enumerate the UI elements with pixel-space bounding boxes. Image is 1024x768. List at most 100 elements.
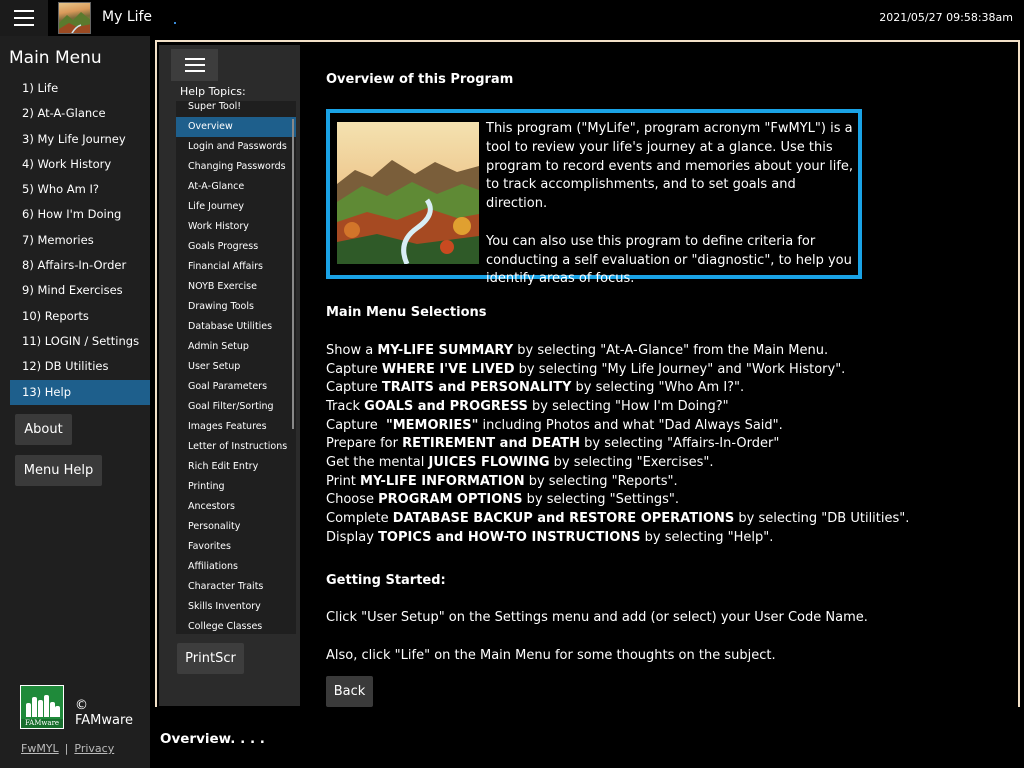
selection-prefix: Print: [326, 473, 361, 489]
topics-hamburger-icon[interactable]: [171, 49, 218, 81]
selection-prefix: Show a: [326, 343, 378, 358]
help-topic-item[interactable]: Life Journey: [176, 197, 296, 217]
selection-highlight: MY-LIFE INFORMATION: [360, 473, 525, 489]
hamburger-menu-icon[interactable]: [0, 0, 48, 36]
main-menu-item[interactable]: 12) DB Utilities: [10, 354, 150, 379]
main-menu-item[interactable]: 5) Who Am I?: [10, 177, 150, 202]
selection-line: Show a MY-LIFE SUMMARY by selecting "At-…: [326, 342, 909, 361]
selection-line: Prepare for RETIREMENT and DEATH by sele…: [326, 435, 909, 454]
help-topic-item[interactable]: Changing Passwords: [176, 157, 296, 177]
status-text: Overview. . . .: [160, 731, 265, 747]
selection-suffix: by selecting "My Life Journey" and "Work…: [514, 361, 846, 377]
selection-prefix: Prepare for: [326, 436, 403, 452]
selection-highlight: TOPICS and HOW-TO INSTRUCTIONS: [378, 529, 641, 545]
help-topic-item[interactable]: Printing: [176, 477, 296, 497]
main-menu-item[interactable]: 6) How I'm Doing: [10, 202, 150, 227]
back-button[interactable]: Back: [326, 676, 373, 707]
selection-highlight: PROGRAM OPTIONS: [378, 492, 523, 508]
family-icon: [24, 693, 60, 717]
main-menu-item[interactable]: 8) Affairs-In-Order: [10, 253, 150, 278]
intro-paragraph-2: You can also use this program to define …: [486, 233, 852, 287]
menu-help-button[interactable]: Menu Help: [15, 455, 102, 486]
help-topic-item[interactable]: Login and Passwords: [176, 137, 296, 157]
help-topic-item[interactable]: Character Traits: [176, 577, 296, 597]
selection-line: Print MY-LIFE INFORMATION by selecting "…: [326, 473, 909, 492]
overview-heading: Overview of this Program: [326, 72, 514, 87]
selection-highlight: TRAITS and PERSONALITY: [381, 380, 572, 396]
main-menu-item[interactable]: 4) Work History: [10, 152, 150, 177]
main-menu-item[interactable]: 10) Reports: [10, 304, 150, 329]
help-topic-item[interactable]: Goal Filter/Sorting: [176, 397, 296, 417]
selection-suffix: by selecting "Exercises".: [549, 454, 714, 470]
selection-suffix: by selecting "Affairs-In-Order": [580, 436, 780, 452]
selection-suffix: by selecting "DB Utilities".: [734, 510, 910, 526]
famware-logo: FAMware: [20, 685, 64, 729]
selection-suffix: by selecting "Reports".: [524, 473, 678, 489]
topics-scrollbar[interactable]: [292, 119, 294, 429]
intro-paragraph-1: This program ("MyLife", program acronym …: [486, 121, 854, 212]
help-topic-item[interactable]: Skills Inventory: [176, 597, 296, 617]
main-menu-item[interactable]: 3) My Life Journey: [10, 127, 150, 152]
help-topic-item[interactable]: College Classes: [176, 617, 296, 634]
help-frame: Help Topics: Super Tool! Overview Login an…: [155, 40, 1020, 707]
help-topic-item[interactable]: NOYB Exercise: [176, 277, 296, 297]
privacy-link[interactable]: Privacy: [74, 742, 114, 755]
help-topic-item[interactable]: Drawing Tools: [176, 297, 296, 317]
help-topic-item[interactable]: Goal Parameters: [176, 377, 296, 397]
main-menu-title: Main Menu: [9, 48, 102, 68]
getting-started-line-2: Also, click "Life" on the Main Menu for …: [326, 648, 776, 663]
selection-prefix: Get the mental: [326, 454, 429, 470]
selection-line: Capture WHERE I'VE LIVED by selecting "M…: [326, 361, 909, 380]
help-topic-item[interactable]: At-A-Glance: [176, 177, 296, 197]
selection-prefix: Display: [326, 529, 379, 545]
title-indicator-dot: [174, 22, 176, 24]
selection-prefix: Choose: [326, 492, 379, 508]
fwmyl-link[interactable]: FwMYL: [21, 742, 59, 755]
selection-highlight: JUICES FLOWING: [428, 454, 550, 470]
selection-prefix: Track: [326, 398, 365, 414]
help-topic-item[interactable]: Letter of Instructions: [176, 437, 296, 457]
help-topic-item[interactable]: Affiliations: [176, 557, 296, 577]
copyright-text: © FAMware: [75, 698, 134, 728]
help-topic-item[interactable]: Overview: [176, 117, 296, 137]
help-topic-item[interactable]: Work History: [176, 217, 296, 237]
help-topic-item[interactable]: Favorites: [176, 537, 296, 557]
help-topic-item[interactable]: Images Features: [176, 417, 296, 437]
selection-line: Capture TRAITS and PERSONALITY by select…: [326, 379, 909, 398]
selection-line: Complete DATABASE BACKUP and RESTORE OPE…: [326, 510, 909, 529]
help-topic-item[interactable]: Super Tool!: [176, 101, 296, 117]
help-topic-item[interactable]: User Setup: [176, 357, 296, 377]
main-menu-item[interactable]: 1) Life: [10, 76, 150, 101]
main-menu-item[interactable]: 9) Mind Exercises: [10, 278, 150, 303]
main-menu-item[interactable]: 2) At-A-Glance: [10, 101, 150, 126]
getting-started-heading: Getting Started:: [326, 573, 446, 588]
about-button[interactable]: About: [15, 414, 72, 445]
selection-line: Track GOALS and PROGRESS by selecting "H…: [326, 398, 909, 417]
selection-highlight: MY-LIFE SUMMARY: [377, 343, 514, 358]
help-topic-item[interactable]: Database Utilities: [176, 317, 296, 337]
selection-suffix: by selecting "Help".: [640, 529, 774, 545]
help-topic-item[interactable]: Personality: [176, 517, 296, 537]
main-menu-item[interactable]: 7) Memories: [10, 228, 150, 253]
main-menu-item[interactable]: 13) Help: [10, 379, 150, 405]
help-topic-item[interactable]: Ancestors: [176, 497, 296, 517]
title-bar: My Life 2021/05/27 09:58:38am: [0, 0, 1024, 36]
selection-suffix: by selecting "How I'm Doing?": [527, 398, 729, 414]
help-topic-item[interactable]: Goals Progress: [176, 237, 296, 257]
main-menu-selections-list: Show a MY-LIFE SUMMARY by selecting "At-…: [326, 342, 909, 547]
help-topic-item[interactable]: Financial Affairs: [176, 257, 296, 277]
selection-prefix: Complete: [326, 510, 393, 526]
help-topic-item[interactable]: Rich Edit Entry: [176, 457, 296, 477]
getting-started-line-1: Click "User Setup" on the Settings menu …: [326, 610, 868, 625]
app-title: My Life: [102, 9, 153, 25]
help-topics-list[interactable]: Super Tool! Overview Login and Passwords Ch…: [176, 101, 296, 634]
selection-prefix: Capture: [326, 417, 386, 433]
selection-suffix: by selecting "Who Am I?".: [571, 380, 745, 396]
selection-highlight: DATABASE BACKUP and RESTORE OPERATIONS: [392, 510, 735, 526]
main-menu-selections-heading: Main Menu Selections: [326, 305, 487, 320]
help-topic-item[interactable]: Admin Setup: [176, 337, 296, 357]
main-menu-item[interactable]: 11) LOGIN / Settings: [10, 329, 150, 354]
logo-text: FAMware: [21, 719, 63, 728]
intro-box: This program ("MyLife", program acronym …: [326, 109, 862, 286]
printscr-button[interactable]: PrintScr: [177, 643, 244, 674]
